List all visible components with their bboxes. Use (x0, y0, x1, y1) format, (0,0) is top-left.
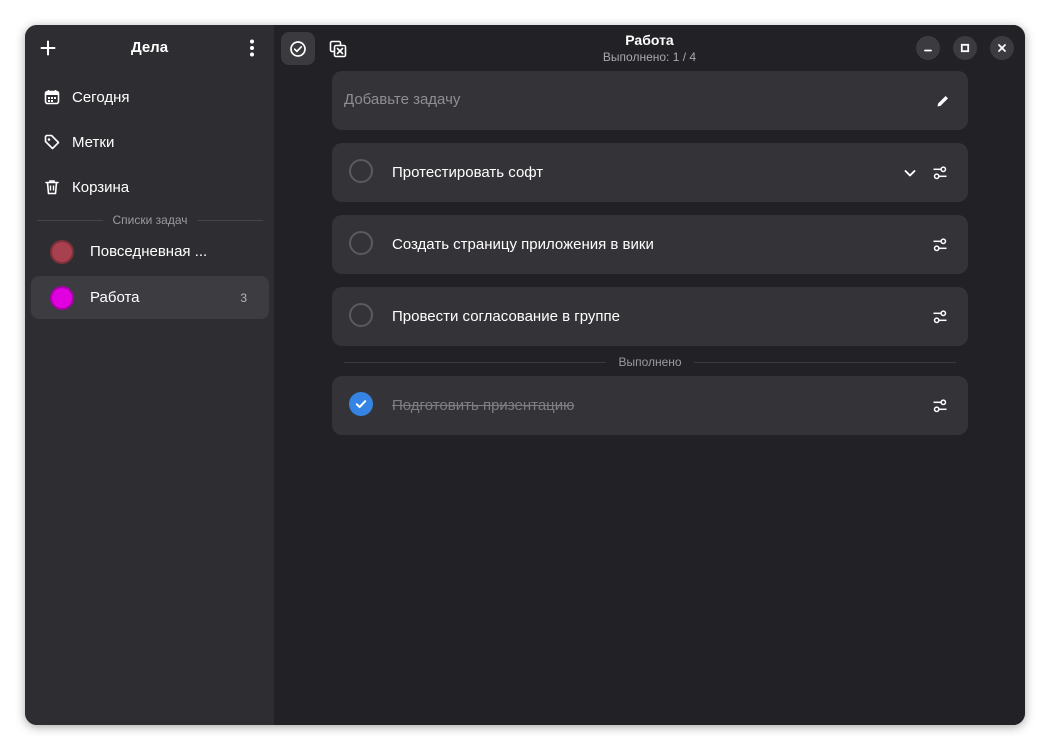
main-panel: Работа Выполнено: 1 / 4 Добавьте задачу … (274, 25, 1025, 725)
list-color-dot (50, 285, 74, 310)
list-label: Повседневная ... (90, 243, 208, 260)
task-checkbox-checked[interactable] (349, 392, 373, 416)
chevron-down-icon (904, 170, 916, 177)
close-button[interactable] (990, 36, 1014, 60)
task-settings-icon (933, 399, 947, 413)
checkmark-icon (355, 400, 367, 409)
divider (37, 219, 103, 221)
task-title: Провести согласование в группе (392, 308, 620, 325)
minimize-button[interactable] (916, 36, 940, 60)
sidebar-item-tags[interactable]: Метки (31, 122, 269, 162)
expand-subtasks-button[interactable] (898, 161, 922, 185)
maximize-icon (960, 43, 970, 53)
lists-section-label: Списки задач (112, 213, 188, 227)
sidebar-item-label: Метки (72, 133, 115, 151)
calendar-icon (43, 88, 61, 106)
sidebar-item-label: Сегодня (72, 88, 130, 106)
add-task-input[interactable] (344, 91, 904, 108)
task-title: Протестировать софт (392, 164, 544, 181)
list-label: Работа (90, 289, 140, 306)
completed-task-row[interactable]: Подготовить призентацию (332, 376, 968, 435)
divider (344, 361, 607, 363)
close-icon (998, 44, 1006, 52)
lists-section-header: Списки задач (37, 211, 263, 229)
sidebar-item-label: Корзина (72, 178, 130, 196)
task-details-button[interactable] (928, 394, 952, 418)
kebab-menu-icon (250, 39, 254, 57)
task-title: Подготовить призентацию (392, 397, 575, 414)
task-details-button[interactable] (928, 161, 952, 185)
task-settings-icon (933, 166, 947, 180)
completed-section-header: Выполнено (344, 353, 957, 371)
tag-icon (43, 133, 61, 151)
sidebar: Дела Сегодня Метки Корзина Списки задач … (25, 25, 274, 725)
task-row[interactable]: Создать страницу приложения в вики (332, 215, 968, 274)
minimize-icon (924, 49, 932, 52)
sidebar-item-today[interactable]: Сегодня (31, 77, 269, 117)
sidebar-item-trash[interactable]: Корзина (31, 167, 269, 207)
task-checkbox[interactable] (349, 159, 373, 183)
task-checkbox[interactable] (349, 303, 373, 327)
completed-section-label: Выполнено (618, 355, 682, 369)
trash-icon (43, 178, 61, 196)
add-task-button[interactable] (932, 90, 954, 112)
task-details-button[interactable] (928, 233, 952, 257)
task-checkbox[interactable] (349, 231, 373, 255)
task-row[interactable]: Провести согласование в группе (332, 287, 968, 346)
sidebar-list-everyday[interactable]: Повседневная ... (31, 230, 269, 273)
divider (693, 361, 957, 363)
sidebar-header: Дела (25, 25, 274, 71)
app-window: Дела Сегодня Метки Корзина Списки задач … (25, 25, 1025, 725)
divider (197, 219, 263, 221)
list-task-count: 3 (240, 290, 247, 305)
task-details-button[interactable] (928, 305, 952, 329)
task-settings-icon (933, 310, 947, 324)
maximize-button[interactable] (953, 36, 977, 60)
list-color-dot (50, 239, 74, 264)
task-title: Создать страницу приложения в вики (392, 236, 654, 253)
add-task-row (332, 71, 968, 130)
sidebar-list-work[interactable]: Работа 3 (31, 276, 269, 319)
task-row[interactable]: Протестировать софт (332, 143, 968, 202)
page-subtitle: Выполнено: 1 / 4 (602, 50, 697, 64)
pencil-icon (937, 96, 948, 107)
page-title: Работа (625, 32, 674, 48)
task-settings-icon (933, 238, 947, 252)
main-menu-button[interactable] (237, 33, 267, 63)
